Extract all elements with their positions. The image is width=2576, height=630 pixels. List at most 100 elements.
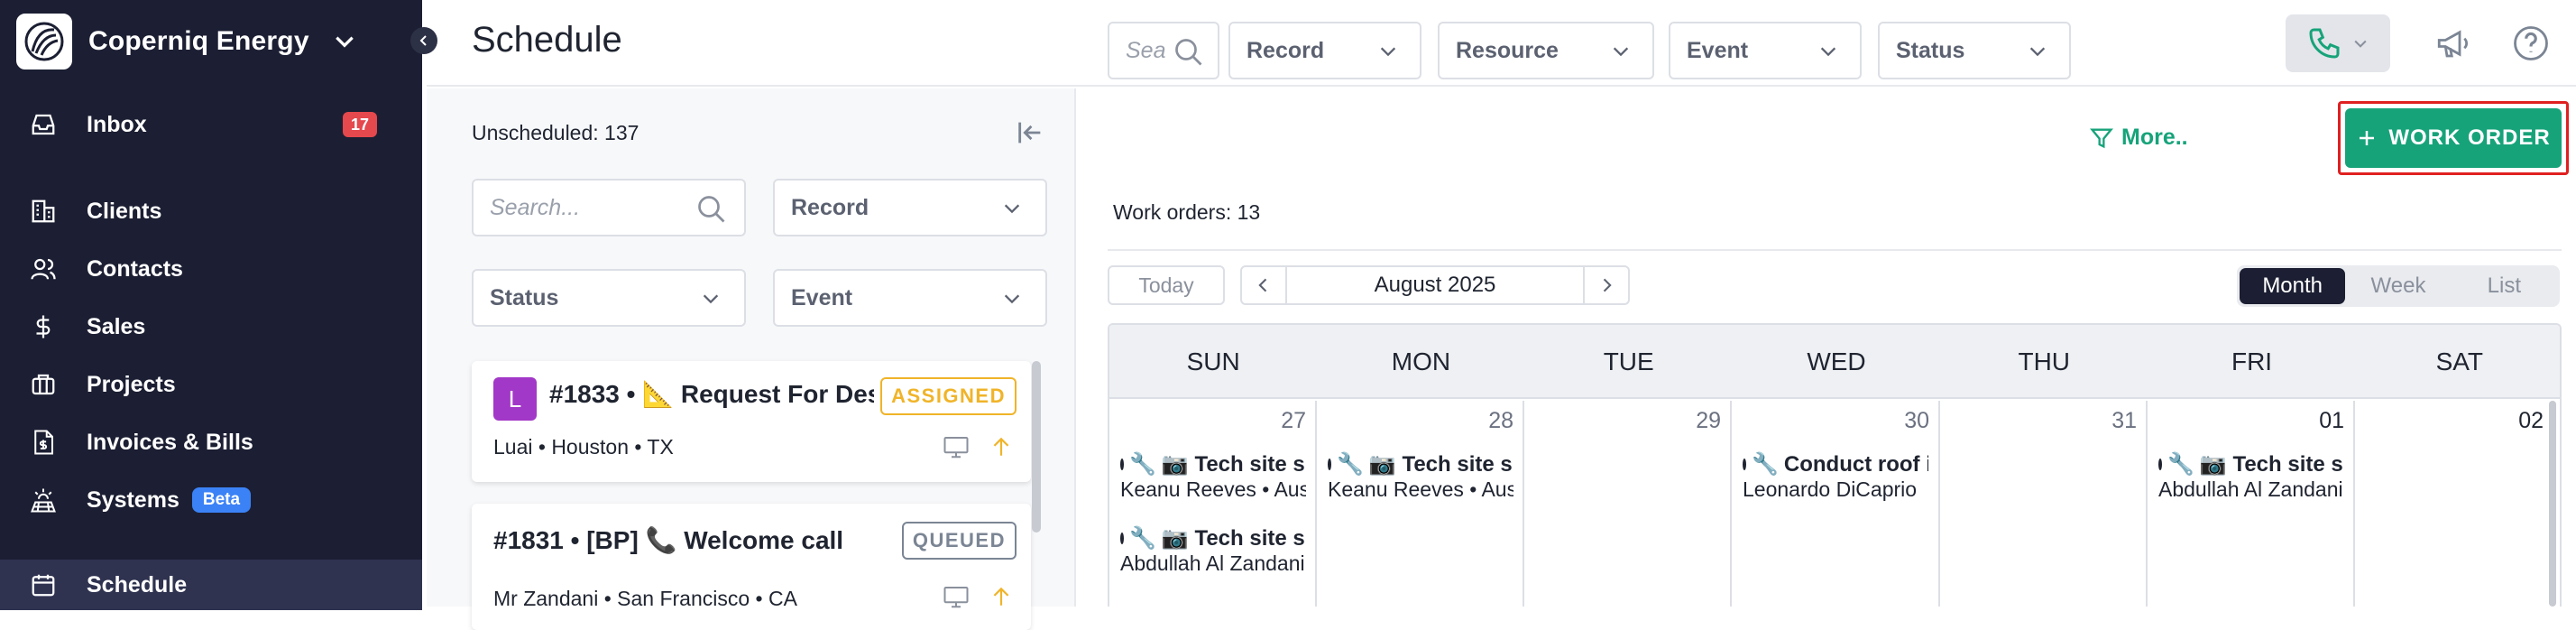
- calendar-event[interactable]: 🔧📷 Tech site survey Keanu Reeves • Austi…: [1328, 451, 1513, 502]
- calendar-event[interactable]: 🔧Conduct roof inspection Leonardo DiCapr…: [1743, 451, 1928, 502]
- card-icons: [943, 433, 1013, 460]
- weekday-label: TUE: [1603, 347, 1654, 375]
- card-subtitle: Mr Zandani • San Francisco • CA: [493, 587, 797, 610]
- sidebar-collapse-button[interactable]: [410, 27, 437, 54]
- day-number: 01: [2319, 408, 2344, 433]
- card-title: #1831 • [BP] 📞 Welcome call: [493, 526, 844, 554]
- weekday-header: SUN MON TUE WED THU FRI SAT: [1109, 325, 2560, 399]
- chevron-right-icon: [1603, 278, 1612, 292]
- sidebar-item-inbox[interactable]: Inbox 17: [0, 99, 422, 150]
- calendar-event[interactable]: 🔧📷 Tech site survey Keanu Reeves • Austi…: [1120, 451, 1306, 502]
- tab-week[interactable]: Week: [2345, 268, 2451, 304]
- day-cell[interactable]: 29: [1524, 401, 1732, 607]
- unscheduled-count: Unscheduled: 137: [472, 121, 639, 144]
- chevron-down-icon: [1613, 47, 1629, 57]
- weekday-label: SAT: [2435, 347, 2484, 375]
- weekday-label: MON: [1391, 347, 1451, 375]
- help-icon: [2514, 26, 2548, 60]
- sidebar-item-projects[interactable]: Projects: [0, 359, 422, 410]
- wrench-icon: 🔧: [1129, 526, 1156, 551]
- status-filter[interactable]: Status: [1878, 22, 2071, 79]
- unscheduled-scrollbar[interactable]: [1032, 361, 1041, 533]
- work-order-card[interactable]: #1831 • [BP] 📞 Welcome call QUEUED Mr Za…: [472, 504, 1031, 630]
- event-subtitle: Abdullah Al Zandani: [1120, 551, 1305, 575]
- more-filters-link[interactable]: More..: [2089, 125, 2188, 151]
- weekday-label: SUN: [1186, 347, 1240, 375]
- event-subtitle: Keanu Reeves • Austin: [1120, 477, 1306, 501]
- filter-label: Status: [1896, 37, 1965, 63]
- plus-icon: [2360, 131, 2375, 145]
- calendar-icon: [27, 569, 60, 601]
- phone-menu-button[interactable]: [2286, 14, 2390, 72]
- collapse-panel-icon[interactable]: [1015, 117, 1045, 148]
- day-cell[interactable]: 01 🔧📷 Tech site survey Abdullah Al Zanda…: [2148, 401, 2355, 607]
- today-button[interactable]: Today: [1108, 265, 1225, 305]
- megaphone-icon: [2437, 30, 2469, 58]
- tab-month[interactable]: Month: [2240, 268, 2346, 304]
- day-number: 30: [1904, 408, 1929, 433]
- unscheduled-panel: Unscheduled: 137 Search... Record Status…: [427, 88, 1076, 630]
- status-dot: [2158, 459, 2162, 470]
- add-work-order-button[interactable]: WORK ORDER: [2345, 108, 2562, 168]
- calendar-search-input[interactable]: Search: [1108, 22, 1219, 79]
- record-filter[interactable]: Record: [1228, 22, 1421, 79]
- chevron-down-icon: [2029, 47, 2046, 57]
- briefcase-icon: [27, 368, 60, 401]
- calendar-scrollbar[interactable]: [2549, 401, 2556, 607]
- work-order-card[interactable]: L #1833 • 📐 Request For Design ASSIGNED …: [472, 361, 1031, 482]
- announcements-button[interactable]: [2428, 18, 2479, 69]
- tab-list[interactable]: List: [2452, 268, 2557, 304]
- priority-arrow-up-icon: [993, 587, 1009, 606]
- prev-month-button[interactable]: [1242, 267, 1285, 303]
- unscheduled-search-input[interactable]: Search...: [472, 179, 746, 236]
- status-dot: [1120, 459, 1124, 470]
- status-filter[interactable]: Status: [472, 269, 746, 327]
- sidebar: Coperniq Energy Inbox 17 Clients Contact…: [0, 0, 422, 610]
- day-cell[interactable]: 27 🔧📷 Tech site survey Keanu Reeves • Au…: [1109, 401, 1317, 607]
- sidebar-item-clients[interactable]: Clients: [0, 186, 422, 236]
- sidebar-item-invoices[interactable]: Invoices & Bills: [0, 417, 422, 468]
- sidebar-item-contacts[interactable]: Contacts: [0, 244, 422, 294]
- event-filter[interactable]: Event: [1669, 22, 1862, 79]
- event-title: Conduct roof inspection: [1783, 451, 1928, 477]
- sidebar-item-label: Sales: [87, 313, 146, 339]
- sidebar-item-systems[interactable]: Systems Beta: [0, 475, 422, 525]
- chevron-down-icon: [1004, 294, 1020, 304]
- next-month-button[interactable]: [1585, 267, 1628, 303]
- calendar-event[interactable]: 🔧📷 Tech site survey Abdullah Al Zandani: [1120, 525, 1306, 576]
- work-orders-count: Work orders: 13: [1113, 200, 1261, 224]
- chevron-left-icon: [1258, 278, 1267, 292]
- status-dot: [1743, 459, 1746, 470]
- sidebar-item-label: Invoices & Bills: [87, 429, 253, 455]
- status-dot: [1328, 459, 1331, 470]
- sidebar-item-sales[interactable]: Sales: [0, 301, 422, 352]
- resource-filter[interactable]: Resource: [1438, 22, 1654, 79]
- day-cell[interactable]: 30 🔧Conduct roof inspection Leonardo DiC…: [1732, 401, 1940, 607]
- filter-label: Status: [490, 284, 559, 310]
- event-title: 📷 Tech site survey: [1161, 526, 1306, 551]
- calendar-event[interactable]: 🔧📷 Tech site survey Abdullah Al Zandani: [2158, 451, 2344, 502]
- status-dot: [1120, 533, 1124, 544]
- company-switcher[interactable]: Coperniq Energy: [16, 9, 356, 74]
- event-title: 📷 Tech site survey: [2199, 452, 2344, 477]
- filter-icon: [2090, 128, 2113, 148]
- filter-label: Record: [791, 194, 869, 220]
- day-cell[interactable]: 31: [1940, 401, 2148, 607]
- event-subtitle: Abdullah Al Zandani: [2158, 477, 2343, 501]
- chevron-down-icon: [1380, 47, 1396, 57]
- company-logo: [16, 14, 72, 69]
- day-cell[interactable]: 02: [2355, 401, 2560, 607]
- help-button[interactable]: [2506, 18, 2556, 69]
- view-switcher: Month Week List: [2237, 265, 2560, 307]
- sidebar-item-label: Schedule: [87, 571, 188, 598]
- event-filter[interactable]: Event: [773, 269, 1047, 327]
- sidebar-item-schedule[interactable]: Schedule: [0, 560, 422, 610]
- chevron-down-icon: [335, 36, 354, 48]
- day-cell[interactable]: 28 🔧📷 Tech site survey Keanu Reeves • Au…: [1317, 401, 1524, 607]
- search-placeholder: Search: [1126, 37, 1165, 63]
- record-filter[interactable]: Record: [773, 179, 1047, 236]
- filter-label: Event: [791, 284, 853, 310]
- card-title: #1833 • 📐 Request For Design: [549, 380, 874, 408]
- search-icon: [698, 196, 725, 223]
- day-number: 27: [1281, 408, 1306, 433]
